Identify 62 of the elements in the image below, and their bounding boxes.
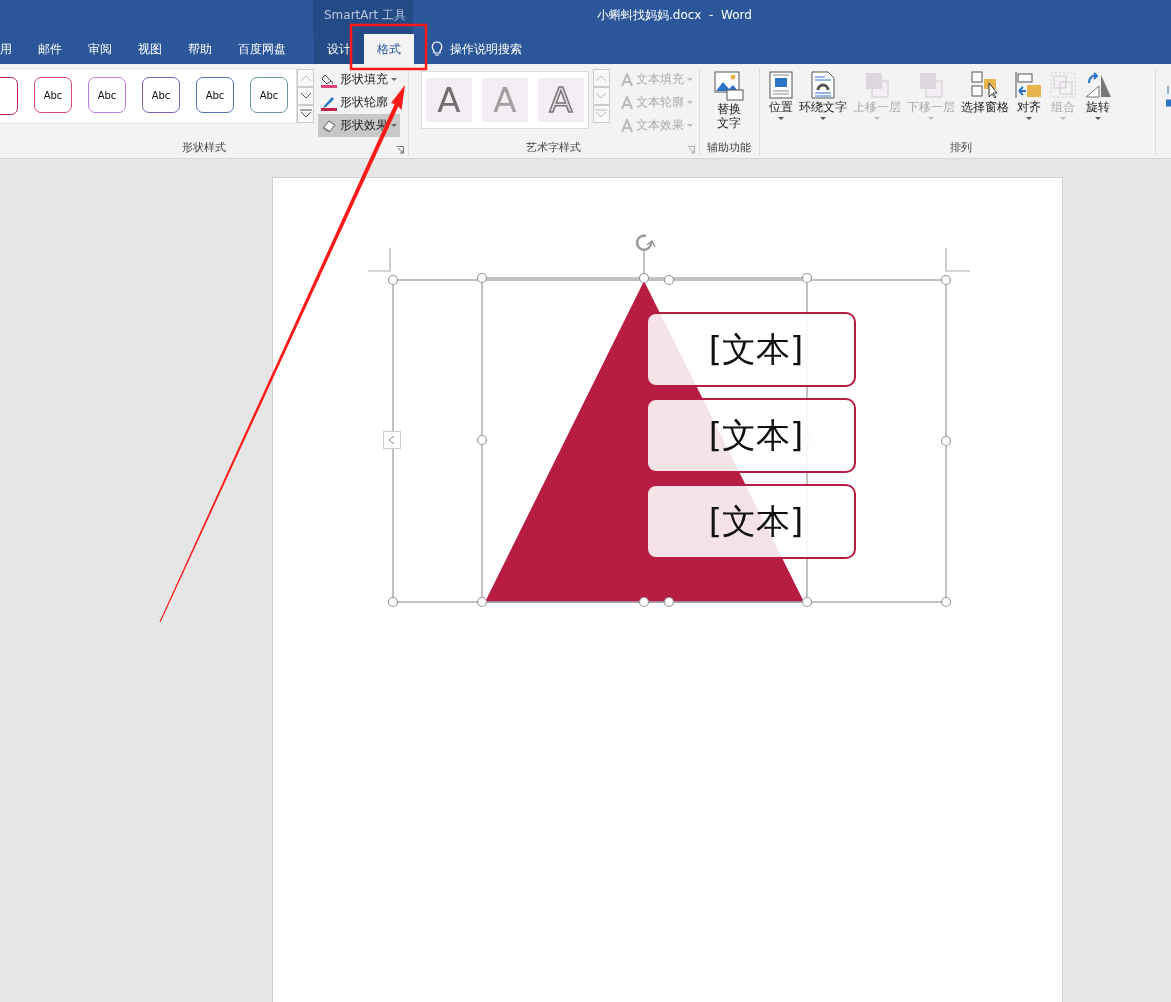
group-label: 辅助功能 bbox=[707, 139, 752, 155]
smartart-text-box[interactable]: [文本] bbox=[646, 484, 856, 559]
rotate-icon bbox=[1083, 71, 1114, 99]
scroll-down-button[interactable] bbox=[297, 87, 314, 105]
group-label: 形状样式 bbox=[181, 139, 226, 155]
group-label: 排列 bbox=[949, 139, 972, 155]
ribbon-tab[interactable]: 审阅 bbox=[75, 34, 125, 64]
expand-icon bbox=[595, 109, 608, 119]
ribbon-tab[interactable]: 用 bbox=[0, 34, 25, 64]
shape-command-button[interactable]: 形状填充 bbox=[318, 68, 400, 91]
letter-a-icon bbox=[620, 118, 633, 133]
shape-style-swatch[interactable]: Abc bbox=[250, 77, 288, 113]
gallery-more-button[interactable] bbox=[297, 105, 314, 123]
wordart-style-tile[interactable]: A bbox=[425, 78, 472, 122]
expand-icon bbox=[299, 109, 312, 119]
ribbon-tab[interactable]: 格式 bbox=[364, 34, 414, 64]
smartart-text-box[interactable]: [文本] bbox=[646, 312, 856, 387]
dropdown-caret-icon bbox=[686, 100, 693, 105]
ribbon-tab[interactable]: 视图 bbox=[125, 34, 175, 64]
arrange-button[interactable]: 旋转 bbox=[1080, 68, 1117, 124]
letter-a-icon bbox=[620, 95, 633, 110]
smartart-text-box[interactable]: [文本] bbox=[646, 398, 856, 473]
layers-icon bbox=[864, 71, 891, 99]
ribbon-tab[interactable]: 设计 bbox=[314, 34, 364, 64]
dialog-launcher-icon[interactable] bbox=[686, 146, 695, 154]
group-label: 艺术字样式 bbox=[526, 139, 582, 155]
scroll-up-button[interactable] bbox=[592, 69, 610, 87]
chevron-up-icon bbox=[299, 74, 312, 82]
lightbulb-icon bbox=[431, 41, 443, 57]
picture-icon bbox=[714, 71, 745, 101]
window-title: 小蝌蚪找妈妈.docx - Word bbox=[597, 7, 752, 24]
text-wrap-icon bbox=[811, 71, 836, 99]
ribbon-tab[interactable]: 邮件 bbox=[25, 34, 75, 64]
shape-command-button[interactable]: 形状轮廓 bbox=[318, 91, 391, 114]
ribbon-tab[interactable]: 百度网盘 bbox=[225, 34, 299, 64]
shape-style-swatch[interactable]: Abc bbox=[196, 77, 234, 113]
rotate-handle-icon[interactable] bbox=[635, 234, 656, 251]
selection-pane-icon bbox=[971, 71, 1000, 99]
align-icon bbox=[1015, 71, 1044, 99]
dropdown-caret-icon bbox=[686, 77, 693, 82]
pencil-icon bbox=[321, 94, 337, 111]
shape-style-swatch[interactable]: Abc bbox=[142, 77, 180, 113]
shape-style-swatch[interactable]: Abc bbox=[88, 77, 126, 113]
chevron-down-icon bbox=[595, 92, 608, 100]
context-tool-title: SmartArt 工具 bbox=[323, 7, 407, 24]
group-objects-icon bbox=[1049, 71, 1078, 99]
ribbon-tab[interactable]: 帮助 bbox=[175, 34, 225, 64]
alt-text-button[interactable]: 替换文字 bbox=[712, 68, 747, 134]
arrange-button[interactable]: 环绕文字 bbox=[796, 68, 851, 124]
chevron-up-icon bbox=[595, 74, 608, 82]
chevron-down-icon bbox=[299, 92, 312, 100]
layers-icon bbox=[918, 71, 945, 99]
dropdown-caret-icon bbox=[686, 123, 693, 128]
arrange-button[interactable]: 选择窗格 bbox=[958, 68, 1013, 118]
tell-me-search[interactable]: 操作说明搜索 bbox=[450, 34, 522, 64]
page-picture-icon bbox=[769, 71, 794, 99]
arrange-button[interactable]: 位置 bbox=[766, 68, 797, 124]
shape-style-swatch[interactable]: Abc bbox=[34, 77, 72, 113]
dialog-launcher-icon[interactable] bbox=[395, 146, 404, 154]
letter-a-icon bbox=[620, 72, 633, 87]
collapse-pane-button[interactable] bbox=[383, 431, 401, 449]
arrange-button[interactable]: 对齐 bbox=[1012, 68, 1047, 124]
